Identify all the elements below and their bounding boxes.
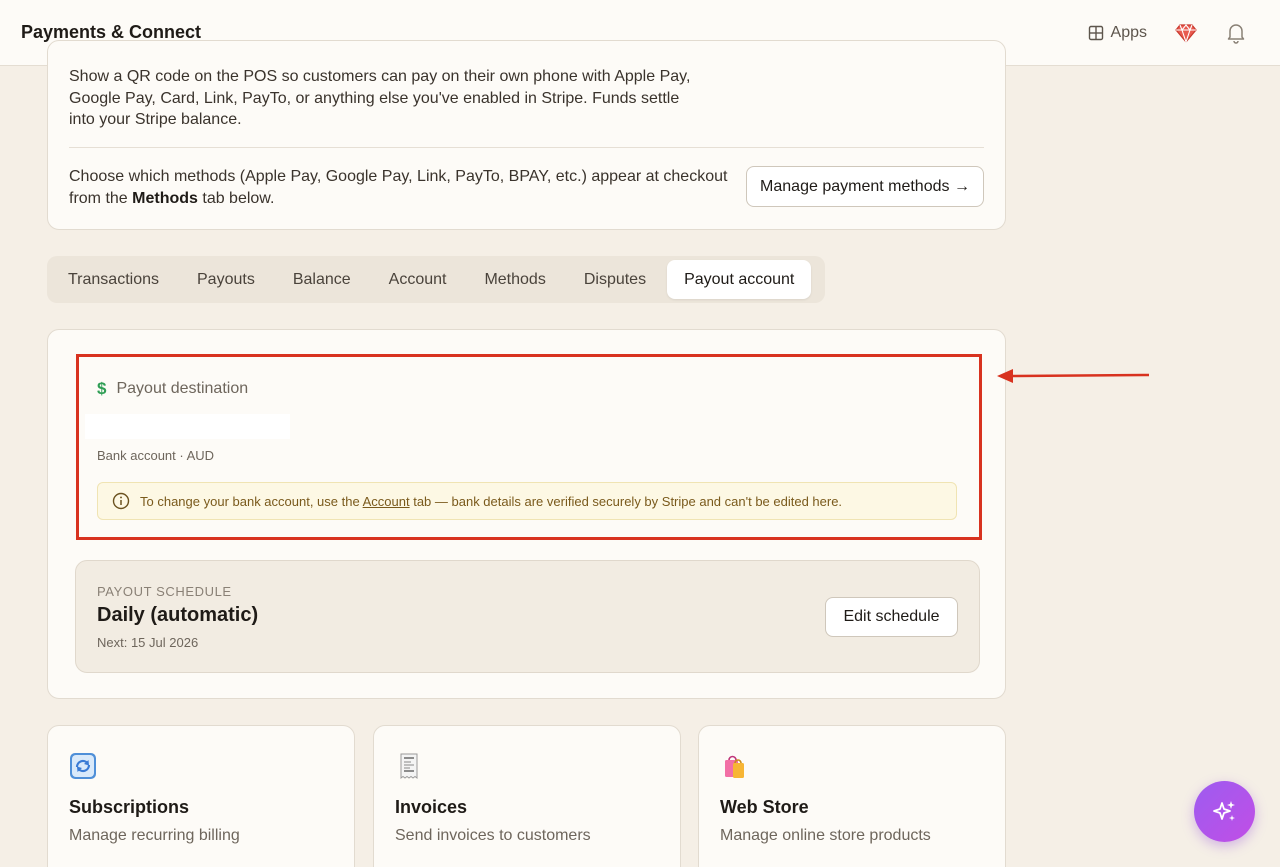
divider [69,147,984,148]
notifications-button[interactable] [1225,22,1247,44]
gem-button[interactable] [1175,22,1197,44]
tab-methods[interactable]: Methods [467,260,562,299]
apps-button[interactable]: Apps [1088,24,1147,42]
invoices-desc: Send invoices to customers [395,827,591,844]
web-store-title: Web Store [720,797,809,817]
gem-icon [1175,23,1197,43]
payout-destination-header: $ Payout destination [97,379,248,399]
tab-payout-account[interactable]: Payout account [667,260,812,299]
tab-disputes[interactable]: Disputes [567,260,663,299]
tab-balance[interactable]: Balance [276,260,368,299]
subscriptions-card[interactable]: Subscriptions Manage recurring billing [47,725,355,867]
payout-account-panel: $ Payout destination Bank account · AUD … [47,329,1006,699]
qr-description: Show a QR code on the POS so customers c… [69,68,691,128]
methods-hint: Choose which methods (Apple Pay, Google … [69,166,739,209]
web-store-card[interactable]: Web Store Manage online store products [698,725,1006,867]
notice-text: To change your bank account, use the Acc… [140,494,842,509]
qr-payments-card: Show a QR code on the POS so customers c… [47,40,1006,230]
notice-suffix: tab — bank details are verified securely… [409,493,843,509]
apps-label: Apps [1110,23,1147,41]
bank-account-meta: Bank account · AUD [97,448,215,463]
sparkles-icon [1212,800,1235,821]
payout-destination-section: $ Payout destination Bank account · AUD … [77,355,979,540]
invoices-title: Invoices [395,797,468,817]
redacted-account-bar [85,414,290,439]
notice-prefix: To change your bank account, use the [140,493,363,509]
info-icon [112,492,130,510]
bell-icon [1227,23,1245,44]
tab-payouts[interactable]: Payouts [180,260,272,299]
methods-hint-suffix: tab below. [197,189,275,207]
grid-icon [1088,25,1103,40]
payments-tabs: Transactions Payouts Balance Account Met… [47,256,825,303]
annotation-arrow [997,369,1150,383]
subscriptions-title: Subscriptions [69,797,190,817]
payout-schedule-kicker: PAYOUT SCHEDULE [97,584,232,599]
tab-transactions[interactable]: Transactions [51,260,176,299]
repeat-icon [70,753,96,779]
payout-destination-label: Payout destination [116,380,249,397]
manage-payment-methods-button[interactable]: Manage payment methods → [746,166,984,207]
bank-change-notice: To change your bank account, use the Acc… [97,482,957,520]
subscriptions-desc: Manage recurring billing [69,827,240,844]
receipt-icon [400,753,418,779]
methods-hint-bold: Methods [132,189,198,207]
payout-schedule-card: PAYOUT SCHEDULE Daily (automatic) Next: … [75,560,980,673]
dollar-icon: $ [97,379,107,398]
shopping-bags-icon [725,755,744,778]
account-tab-link[interactable]: Account [363,494,410,509]
ai-assistant-button[interactable] [1194,781,1255,842]
next-payout-date: Next: 15 Jul 2026 [97,635,199,650]
header-actions: Apps [1088,22,1259,44]
payout-schedule-value: Daily (automatic) [97,604,259,626]
web-store-desc: Manage online store products [720,827,931,844]
invoices-card[interactable]: Invoices Send invoices to customers [373,725,681,867]
edit-schedule-button[interactable]: Edit schedule [825,597,958,637]
tab-account[interactable]: Account [372,260,464,299]
